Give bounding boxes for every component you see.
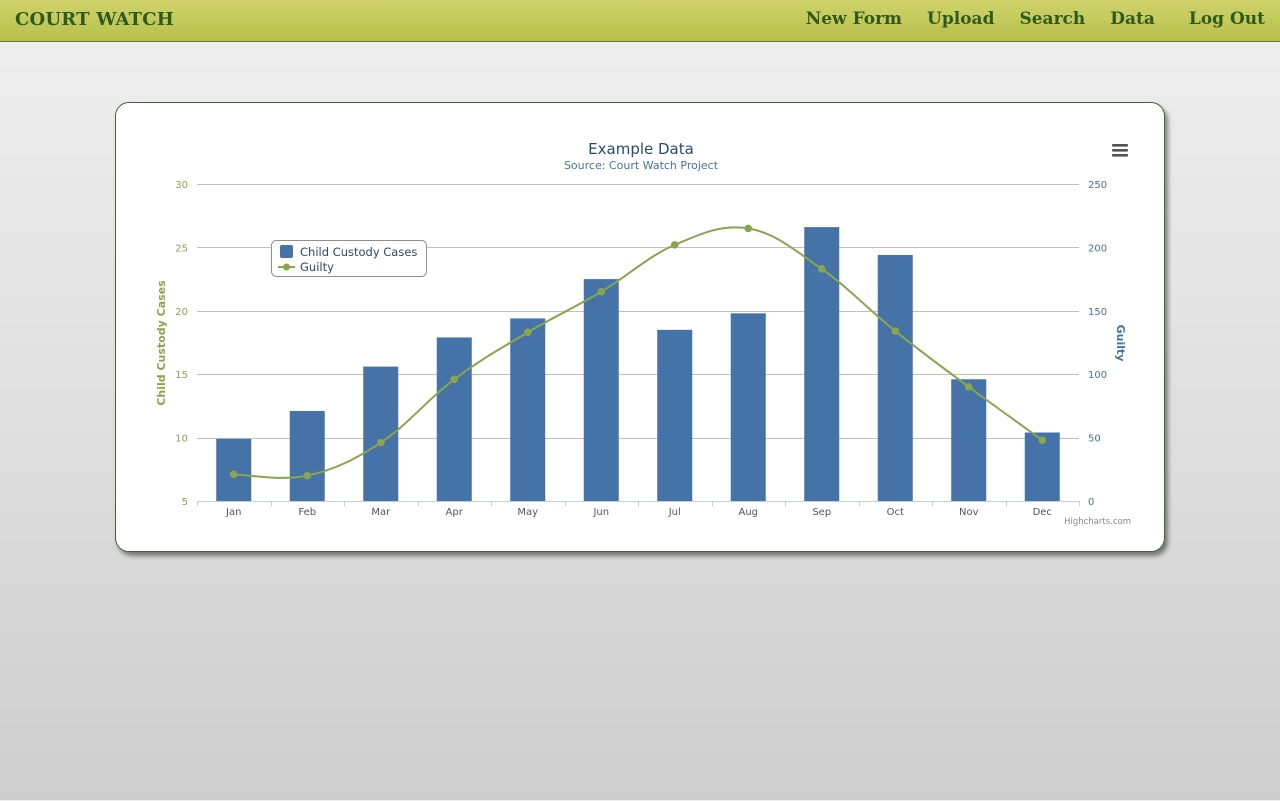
x-tick-label: Mar: [371, 507, 391, 518]
guilty-point-sep[interactable]: [817, 265, 826, 273]
right-tick-label: 0: [1088, 497, 1094, 508]
x-tick-label: Jun: [592, 507, 609, 518]
legend-bar-swatch: [280, 245, 293, 258]
guilty-point-jun[interactable]: [597, 287, 606, 296]
bar-may[interactable]: [510, 318, 546, 501]
x-tick-label: Dec: [1033, 507, 1052, 518]
chart: Example Data Source: Court Watch Project…: [155, 139, 1133, 527]
bar-nov[interactable]: [951, 379, 987, 501]
right-axis-title: Guilty: [1114, 325, 1127, 362]
right-tick-label: 100: [1088, 370, 1107, 381]
guilty-point-feb[interactable]: [303, 471, 312, 480]
guilty-point-mar[interactable]: [376, 438, 385, 447]
bar-jan[interactable]: [216, 438, 252, 501]
bar-apr[interactable]: [436, 337, 472, 501]
bar-jul[interactable]: [657, 329, 693, 501]
x-tick-label: Aug: [738, 507, 758, 518]
guilty-point-nov[interactable]: [964, 383, 973, 391]
left-tick-label: 15: [175, 370, 188, 381]
right-tick-label: 200: [1088, 243, 1107, 254]
legend: Child Custody Cases Guilty: [271, 240, 427, 277]
legend-point-swatch: [283, 263, 290, 271]
chart-subtitle: Source: Court Watch Project: [564, 159, 719, 172]
chart-card: Example Data Source: Court Watch Project…: [115, 102, 1165, 552]
bar-jun[interactable]: [583, 279, 619, 501]
guilty-point-dec[interactable]: [1038, 436, 1047, 444]
x-tick-label: Jul: [668, 507, 681, 518]
x-tick-label: Feb: [298, 507, 316, 518]
guilty-point-jul[interactable]: [670, 241, 679, 249]
x-tick-label: Sep: [812, 507, 831, 518]
x-tick-label: Jan: [225, 507, 241, 518]
legend-label-guilty: Guilty: [300, 260, 334, 274]
x-tick-label: Oct: [887, 507, 904, 518]
left-tick-label: 25: [175, 243, 188, 254]
legend-label-child-custody: Child Custody Cases: [300, 245, 417, 259]
hamburger-menu-icon[interactable]: [1107, 139, 1133, 161]
left-axis-title: Child Custody Cases: [155, 280, 168, 406]
guilty-point-jan[interactable]: [229, 470, 238, 479]
chart-credits-link[interactable]: Highcharts.com: [1064, 517, 1131, 527]
guilty-point-apr[interactable]: [450, 375, 459, 384]
x-tick-label: May: [517, 507, 538, 518]
x-axis-ticks: Jan Feb Mar Apr May Jun Jul Aug Sep Oct Nov Dec: [225, 507, 1052, 518]
bar-aug[interactable]: [730, 313, 766, 501]
right-axis-ticks: 0 50 100 150 200 250: [1088, 180, 1107, 508]
left-tick-label: 20: [175, 307, 188, 318]
right-tick-label: 150: [1088, 307, 1107, 318]
bar-oct[interactable]: [877, 255, 913, 501]
left-tick-label: 5: [182, 497, 188, 508]
guilty-point-aug[interactable]: [744, 224, 753, 233]
chart-grid: [197, 184, 1080, 506]
chart-title: Example Data: [588, 140, 694, 158]
guilty-point-may[interactable]: [523, 328, 532, 337]
legend-item-child-custody[interactable]: Child Custody Cases: [280, 245, 417, 259]
left-tick-label: 10: [175, 434, 188, 445]
right-tick-label: 50: [1088, 434, 1101, 445]
left-axis-ticks: 5 10 15 20 25 30: [175, 180, 188, 508]
x-tick-label: Nov: [959, 507, 979, 518]
guilty-point-oct[interactable]: [891, 327, 900, 335]
bar-feb[interactable]: [289, 410, 325, 501]
right-tick-label: 250: [1088, 180, 1107, 191]
x-tick-label: Apr: [446, 507, 464, 518]
left-tick-label: 30: [175, 180, 188, 191]
